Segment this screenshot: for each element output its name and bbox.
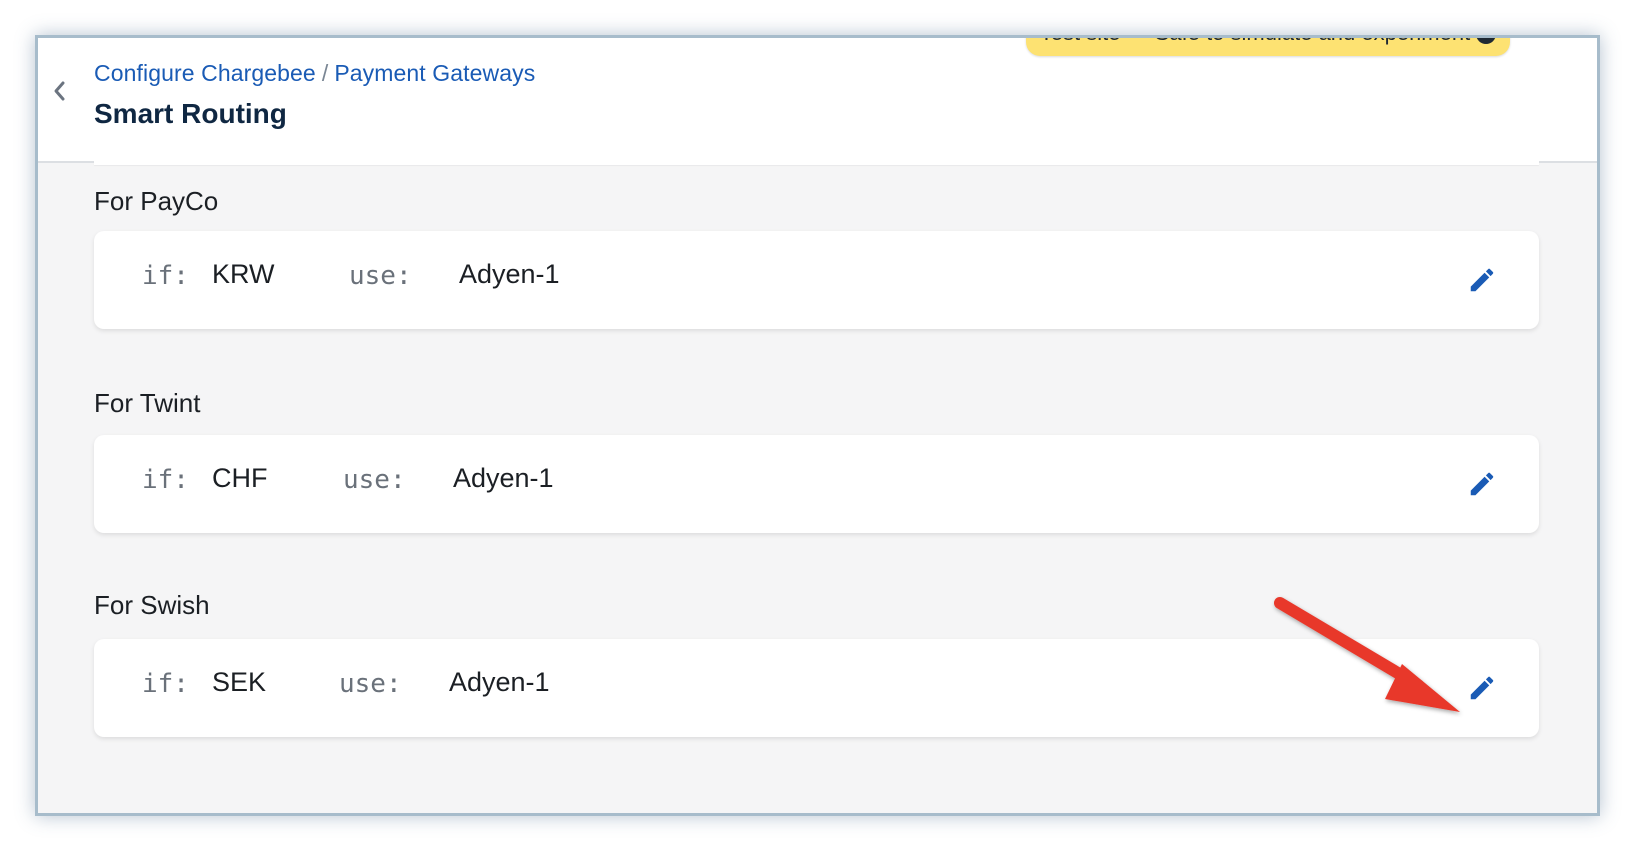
currency-value: KRW (212, 259, 275, 289)
breadcrumb-configure-chargebee[interactable]: Configure Chargebee (94, 60, 316, 86)
section-label: For Swish (94, 590, 210, 620)
use-label: use: (349, 261, 412, 291)
currency-value: CHF (212, 463, 268, 493)
gateway-value: Adyen-1 (459, 259, 560, 289)
if-label: if: (142, 669, 189, 699)
page-title: Smart Routing (94, 98, 287, 129)
test-site-banner-text: Test site — Safe to simulate and experim… (1040, 38, 1470, 45)
pencil-icon (1470, 268, 1494, 292)
if-label: if: (142, 465, 189, 495)
gateway-value: Adyen-1 (449, 667, 550, 697)
use-label: use: (343, 465, 406, 495)
rule-card: if: KRW use: Adyen-1 (94, 231, 1539, 329)
rule-card: if: SEK use: Adyen-1 (94, 639, 1539, 737)
rule-card: if: CHF use: Adyen-1 (94, 435, 1539, 533)
breadcrumb: Configure Chargebee / Payment Gateways (94, 60, 535, 87)
info-icon[interactable] (1476, 38, 1497, 45)
previous-card-edge (94, 161, 1539, 165)
currency-value: SEK (212, 667, 267, 697)
pencil-icon (1470, 472, 1494, 496)
section-label: For Twint (94, 388, 201, 418)
chevron-left-icon (54, 81, 65, 101)
edit-rule-button[interactable] (1467, 469, 1497, 499)
breadcrumb-separator: / (321, 60, 329, 86)
app-window: Configure Chargebee / Payment Gateways Sma… (35, 35, 1600, 816)
pencil-icon (1470, 676, 1494, 700)
edit-rule-button[interactable] (1467, 265, 1497, 295)
section-label: For PayCo (94, 186, 219, 216)
use-label: use: (339, 669, 402, 699)
if-label: if: (142, 261, 189, 291)
gateway-value: Adyen-1 (453, 463, 554, 493)
edit-rule-button[interactable] (1467, 673, 1497, 703)
page-header: Configure Chargebee / Payment Gateways Sma… (38, 38, 1597, 163)
test-site-banner: Test site — Safe to simulate and experim… (1026, 38, 1510, 56)
breadcrumb-payment-gateways[interactable]: Payment Gateways (334, 60, 535, 86)
back-button[interactable] (46, 76, 72, 106)
